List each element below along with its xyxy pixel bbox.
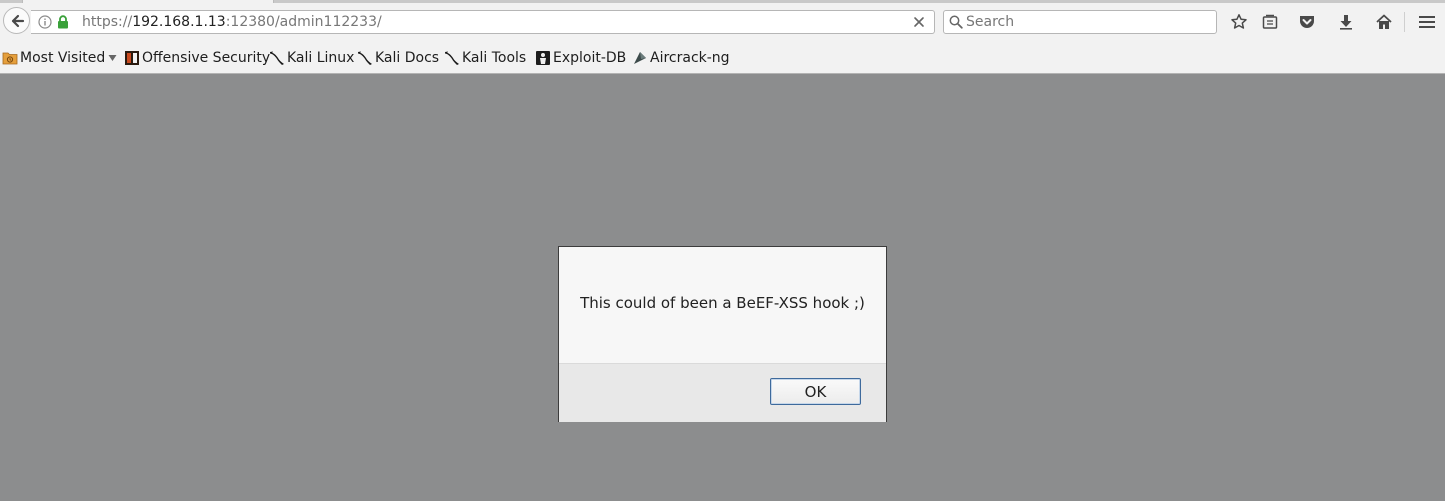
chevron-down-icon (108, 55, 117, 61)
bookmark-kali-docs[interactable]: Kali Docs (357, 49, 439, 67)
url-bar[interactable]: https://192.168.1.13:12380/admin112233/ (31, 10, 935, 34)
kali-dragon-icon (445, 51, 459, 65)
back-button[interactable] (3, 7, 30, 34)
reading-list-icon (1262, 14, 1278, 29)
search-icon (949, 15, 963, 29)
toolbar-separator (1404, 12, 1405, 32)
url-host: 192.168.1.13 (132, 14, 226, 30)
bookmark-label: Kali Tools (462, 50, 527, 66)
alert-dialog: This could of been a BeEF-XSS hook ;) OK (558, 246, 887, 422)
search-input[interactable] (966, 12, 1206, 32)
kali-dragon-icon (270, 51, 284, 65)
download-icon (1340, 15, 1352, 30)
bookmarks-toolbar: Most Visited Offensive Security Kali Lin… (0, 40, 1445, 74)
home-icon (1376, 14, 1392, 29)
folder-icon (2, 52, 18, 65)
info-icon[interactable] (38, 15, 52, 29)
ok-button[interactable]: OK (770, 378, 861, 405)
exploitdb-icon (536, 51, 550, 65)
bookmark-label: Most Visited (20, 50, 106, 66)
bookmark-label: Kali Linux (287, 50, 355, 66)
bookmark-label: Aircrack-ng (650, 50, 730, 66)
bookmark-most-visited[interactable]: Most Visited (2, 49, 119, 67)
aircrack-icon (634, 52, 646, 64)
bookmark-label: Exploit-DB (553, 50, 627, 66)
offsec-icon (125, 51, 139, 65)
reading-list-button[interactable] (1259, 11, 1281, 33)
pocket-icon (1300, 16, 1314, 28)
bookmark-kali-tools[interactable]: Kali Tools (444, 49, 526, 67)
bookmark-aircrack-ng[interactable]: Aircrack-ng (632, 49, 730, 67)
search-bar (943, 10, 1217, 34)
back-arrow-icon (11, 14, 24, 27)
bookmark-offensive-security[interactable]: Offensive Security (124, 49, 270, 67)
bookmark-exploit-db[interactable]: Exploit-DB (535, 49, 626, 67)
lock-icon[interactable] (57, 15, 69, 29)
navigation-toolbar: https://192.168.1.13:12380/admin112233/ (0, 3, 1445, 40)
download-button[interactable] (1335, 11, 1357, 33)
alert-message: This could of been a BeEF-XSS hook ;) (580, 294, 865, 312)
bookmark-star-button[interactable] (1228, 11, 1250, 33)
kali-dragon-icon (358, 51, 372, 65)
home-button[interactable] (1373, 11, 1395, 33)
url-prefix: https:// (82, 14, 133, 30)
close-icon[interactable] (912, 15, 926, 29)
bookmark-kali-linux[interactable]: Kali Linux (269, 49, 354, 67)
bookmark-label: Offensive Security (142, 50, 271, 66)
url-path: :12380/admin112233/ (225, 14, 382, 30)
bookmark-label: Kali Docs (375, 50, 440, 66)
menu-icon (1419, 16, 1435, 28)
bookmark-star-icon (1231, 14, 1247, 29)
menu-button[interactable] (1416, 11, 1438, 33)
pocket-button[interactable] (1296, 11, 1318, 33)
url-text[interactable]: https://192.168.1.13:12380/admin112233/ (82, 14, 382, 30)
alert-footer: OK (559, 363, 886, 422)
